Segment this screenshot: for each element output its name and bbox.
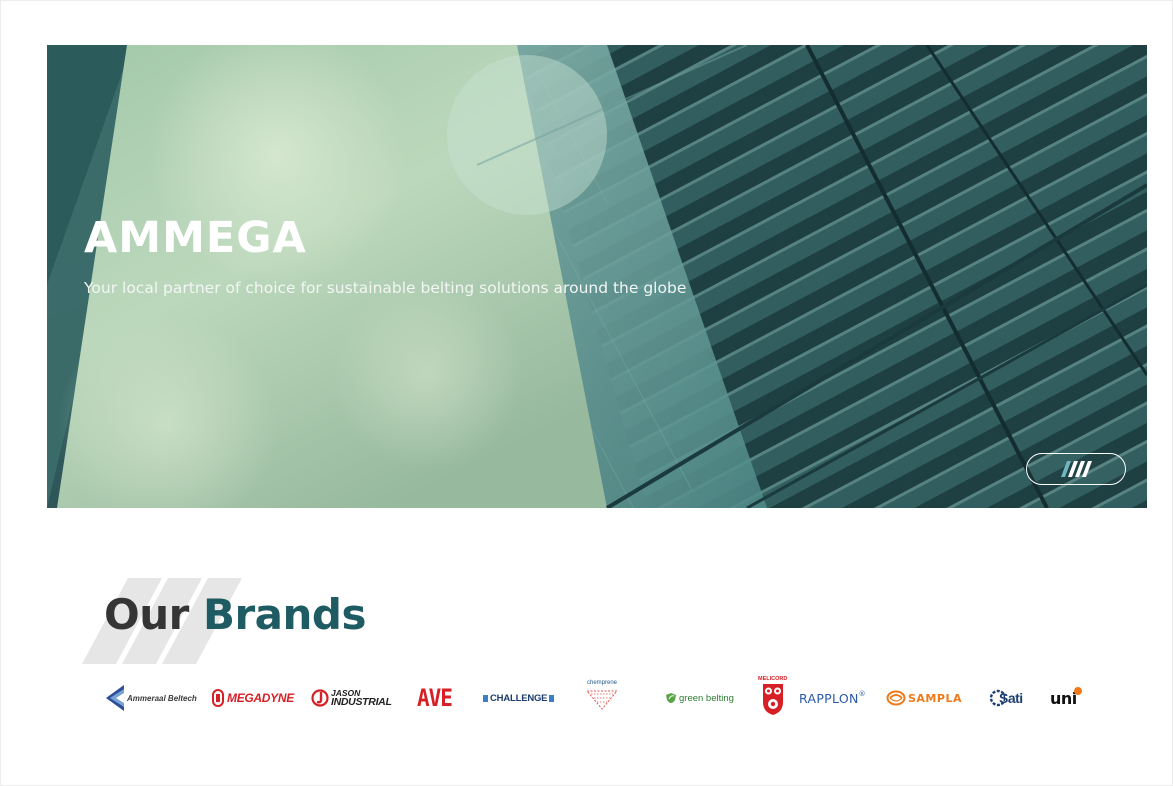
brand-logo-ammeraal[interactable]: Ammeraal Beltech <box>104 680 197 716</box>
brand-name-chemprene: chemprene <box>586 680 618 686</box>
uni-dot-icon <box>1073 687 1082 695</box>
brand-name-rapplon: RAPPLON <box>799 690 859 706</box>
melicord-logo-icon <box>762 684 783 715</box>
jason-logo-icon <box>311 689 329 707</box>
brand-logo-uni[interactable]: uni <box>1050 680 1083 716</box>
brand-logo-green-belting[interactable]: green belting <box>665 680 734 716</box>
chemprene-logo-icon <box>585 690 619 710</box>
hero-banner: AMMEGA Your local partner of choice for … <box>47 45 1147 508</box>
brand-name-challenge: CHALLENGE <box>490 692 548 704</box>
brands-heading-part1: Our <box>104 590 189 639</box>
brand-logo-chemprene[interactable]: chemprene <box>585 680 619 716</box>
challenge-mark-left <box>483 694 488 702</box>
jason-wordmark: JASON INDUSTRIAL <box>331 689 392 708</box>
hero-subtitle: Your local partner of choice for sustain… <box>84 279 687 297</box>
brand-name-ave: AVE <box>417 684 453 712</box>
brand-name-sati: Sati <box>999 690 1023 706</box>
brand-logo-rapplon[interactable]: RAPPLON ® <box>799 680 866 716</box>
rapplon-registered-mark: ® <box>858 690 866 698</box>
brand-logo-ave[interactable]: AVE <box>417 680 453 716</box>
brand-logo-sampla[interactable]: SAMPLA <box>886 680 962 716</box>
challenge-mark-right <box>549 694 555 702</box>
brand-name-sampla: SAMPLA <box>908 691 962 705</box>
brand-logo-melicord[interactable]: MELICORD <box>758 676 787 720</box>
brand-name-jason-bottom: INDUSTRIAL <box>331 696 392 708</box>
brand-logos-row: Ammeraal Beltech MEGADYNE JASON INDUSTRI… <box>100 676 1100 720</box>
hero-background-image <box>47 45 1147 508</box>
sampla-logo-icon <box>886 690 906 706</box>
brand-logo-megadyne[interactable]: MEGADYNE <box>212 680 294 716</box>
brand-name-megadyne: MEGADYNE <box>227 691 294 705</box>
megadyne-logo-icon <box>212 689 224 707</box>
slash-lines-icon <box>1061 461 1092 477</box>
brand-logo-sati[interactable]: Sati <box>989 680 1023 716</box>
brand-logo-challenge[interactable]: CHALLENGE <box>483 680 555 716</box>
brand-name-ammeraal: Ammeraal Beltech <box>127 693 197 703</box>
brands-heading: Our Brands <box>104 590 366 639</box>
slider-control-button[interactable] <box>1026 453 1126 485</box>
brand-logo-jason[interactable]: JASON INDUSTRIAL <box>311 680 392 716</box>
brands-heading-part2: Brands <box>202 590 367 639</box>
leaf-shield-icon <box>666 693 676 703</box>
brand-name-green-belting: green belting <box>679 692 734 704</box>
ammeraal-logo-icon <box>106 685 124 711</box>
page: AMMEGA Your local partner of choice for … <box>0 0 1173 786</box>
hero-title: AMMEGA <box>84 213 307 263</box>
